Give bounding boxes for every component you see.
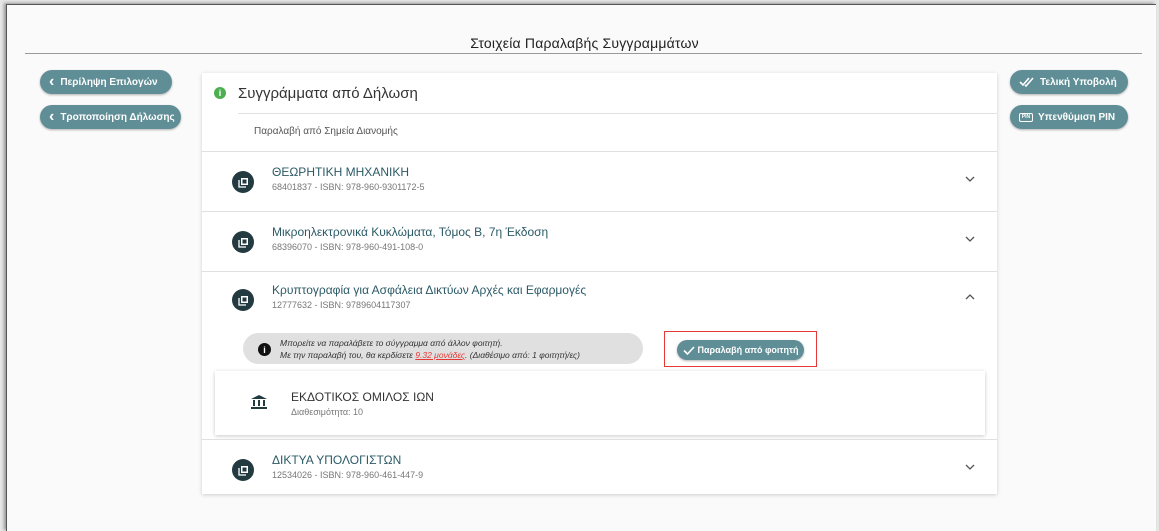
- publisher-availability: Διαθεσιμότητα: 10: [291, 407, 364, 417]
- publisher-name: ΕΚΔΟΤΙΚΟΣ ΟΜΙΛΟΣ ΙΩΝ: [291, 390, 434, 404]
- pickup-from-student-button[interactable]: Παραλαβή από φοιτητή: [677, 340, 804, 360]
- book-meta: 12777632 - ISBN: 9789604117307: [272, 300, 411, 310]
- pin-icon: PIN: [1019, 112, 1033, 122]
- pin-reminder-label: Υπενθύμιση PIN: [1038, 111, 1116, 123]
- modify-declaration-button[interactable]: ‹ Τροποποίηση Δήλωσης: [40, 105, 181, 129]
- book-icon: [232, 459, 254, 481]
- pickup-button-label: Παραλαβή από φοιτητή: [697, 345, 799, 355]
- panel-title: Συγγράμματα από Δήλωση: [238, 84, 418, 102]
- panel-header: i Συγγράμματα από Δήλωση: [202, 73, 997, 113]
- institution-icon: [251, 395, 267, 415]
- chevron-up-icon[interactable]: [965, 292, 975, 303]
- book-title: ΘΕΩΡΗΤΙΚΗ ΜΗΧΑΝΙΚΗ: [272, 165, 409, 179]
- notice-line-1: Μπορείτε να παραλάβετε το σύγγραμμα από …: [280, 338, 503, 348]
- app-window: Στοιχεία Παραλαβής Συγγραμμάτων ‹ Περίλη…: [6, 4, 1156, 531]
- book-item[interactable]: ΔΙΚΤΥΑ ΥΠΟΛΟΓΙΣΤΩΝ 12534026 - ISBN: 978-…: [202, 439, 997, 494]
- chevron-down-icon[interactable]: [965, 234, 975, 245]
- chevron-down-icon[interactable]: [965, 174, 975, 185]
- peer-pickup-notice: i Μπορείτε να παραλάβετε το σύγγραμμα απ…: [243, 333, 643, 364]
- check-icon: [682, 345, 695, 355]
- summary-button-label: Περίληψη Επιλογών: [60, 76, 158, 88]
- book-item[interactable]: ΘΕΩΡΗΤΙΚΗ ΜΗΧΑΝΙΚΗ 68401837 - ISBN: 978-…: [202, 151, 997, 211]
- book-meta: 12534026 - ISBN: 978-960-461-447-9: [272, 470, 424, 480]
- modify-button-label: Τροποποίηση Δήλωσης: [60, 111, 175, 123]
- chevron-left-icon: ‹: [49, 73, 55, 90]
- book-meta: 68401837 - ISBN: 978-960-9301172-5: [272, 182, 425, 192]
- double-check-icon: [1019, 77, 1035, 87]
- book-meta: 68396070 - ISBN: 978-960-491-108-0: [272, 242, 424, 252]
- book-title: ΔΙΚΤΥΑ ΥΠΟΛΟΓΙΣΤΩΝ: [272, 453, 402, 467]
- info-icon: i: [258, 343, 271, 356]
- book-icon: [232, 231, 254, 253]
- title-divider: [25, 53, 1142, 54]
- info-icon: i: [214, 87, 226, 99]
- book-title: Μικροηλεκτρονικά Κυκλώματα, Τόμος Β, 7η …: [272, 225, 549, 239]
- final-submit-label: Τελική Υποβολή: [1040, 76, 1117, 88]
- page-title: Στοιχεία Παραλαβής Συγγραμμάτων: [470, 35, 699, 51]
- book-icon: [232, 289, 254, 311]
- credits-link[interactable]: 9.32 μονάδες: [415, 350, 465, 360]
- panel-subtitle: Παραλαβή από Σημεία Διανομής: [254, 126, 398, 137]
- books-panel: i Συγγράμματα από Δήλωση Παραλαβή από Ση…: [202, 73, 997, 494]
- book-icon: [232, 171, 254, 193]
- notice-line-2: Με την παραλαβή του, θα κερδίσετε 9.32 μ…: [280, 350, 581, 360]
- pin-reminder-button[interactable]: PIN Υπενθύμιση PIN: [1010, 105, 1128, 129]
- final-submit-button[interactable]: Τελική Υποβολή: [1010, 70, 1128, 94]
- summary-button[interactable]: ‹ Περίληψη Επιλογών: [40, 70, 172, 94]
- book-item[interactable]: Μικροηλεκτρονικά Κυκλώματα, Τόμος Β, 7η …: [202, 211, 997, 271]
- book-title: Κρυπτογραφία για Ασφάλεια Δικτύων Αρχές …: [272, 283, 587, 297]
- publisher-card[interactable]: ΕΚΔΟΤΙΚΟΣ ΟΜΙΛΟΣ ΙΩΝ Διαθεσιμότητα: 10: [215, 371, 985, 435]
- panel-header-divider: [238, 113, 997, 114]
- chevron-left-icon: ‹: [49, 108, 55, 125]
- chevron-down-icon[interactable]: [965, 462, 975, 473]
